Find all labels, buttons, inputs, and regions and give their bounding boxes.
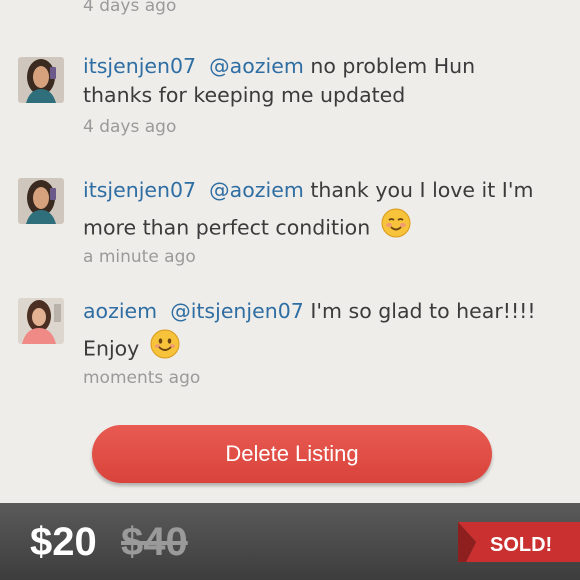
- comment-line: more than perfect condition: [83, 208, 553, 249]
- delete-listing-button[interactable]: Delete Listing: [92, 425, 492, 483]
- comment-line: itsjenjen07 @aoziem thank you I love it …: [83, 172, 553, 208]
- comment-text: no problem Hun: [310, 54, 476, 78]
- comment-mention[interactable]: @itsjenjen07: [170, 299, 304, 323]
- original-price: $40: [121, 520, 188, 564]
- comment-line: itsjenjen07 @aoziem no problem Hun: [83, 52, 553, 81]
- avatar[interactable]: [18, 178, 64, 224]
- avatar[interactable]: [18, 57, 64, 103]
- comment-mention[interactable]: @aoziem: [209, 178, 304, 202]
- comment-username[interactable]: itsjenjen07: [83, 178, 196, 202]
- avatar[interactable]: [18, 298, 64, 344]
- comment-username[interactable]: aoziem: [83, 299, 157, 323]
- listing-price: $20: [30, 520, 97, 564]
- previous-comment-time: 4 days ago: [83, 0, 177, 16]
- comment-text-continued: more than perfect condition: [83, 215, 371, 240]
- smiling-blush-emoji-icon: [381, 208, 411, 249]
- comment-time: a minute ago: [83, 247, 196, 267]
- comment-text-continued: Enjoy: [83, 336, 140, 361]
- comment-time: moments ago: [83, 368, 201, 388]
- comment-time: 4 days ago: [83, 117, 177, 137]
- comment-text: thank you I love it I'm: [310, 178, 534, 202]
- comment-text-continued: thanks for keeping me updated: [83, 83, 406, 107]
- comment-mention[interactable]: @aoziem: [209, 54, 304, 78]
- comment-text: I'm so glad to hear!!!!: [310, 299, 536, 323]
- comment-line: Enjoy: [83, 329, 553, 370]
- sold-status-label: SOLD!: [490, 534, 553, 556]
- comment-line: aoziem @itsjenjen07 I'm so glad to hear!…: [83, 293, 553, 329]
- comment-username[interactable]: itsjenjen07: [83, 54, 196, 78]
- smiling-emoji-icon: [150, 329, 180, 370]
